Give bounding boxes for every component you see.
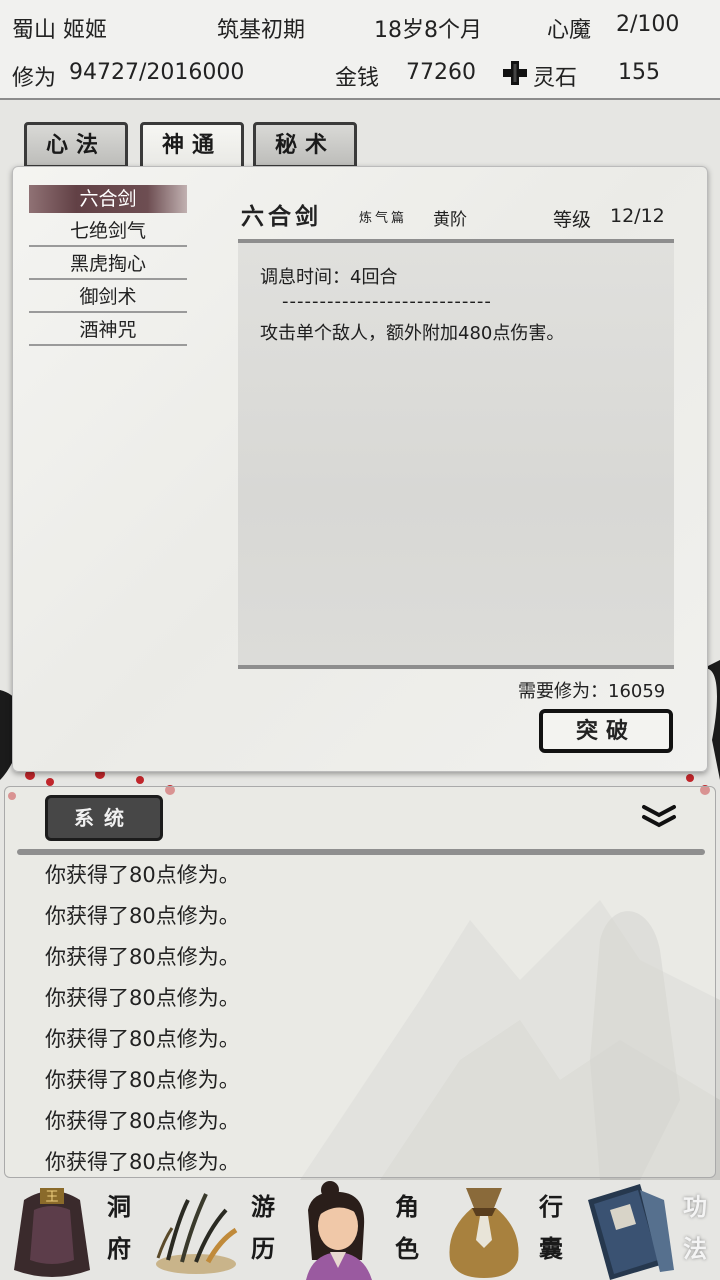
nav-gongfa[interactable]: 功法 bbox=[576, 1180, 720, 1280]
bottom-nav: 王 洞府 游历 角色 行囊 功法 bbox=[0, 1180, 720, 1280]
spirit-stone-label: 灵石 bbox=[533, 66, 578, 91]
tab-system-log[interactable]: 系统 bbox=[45, 795, 163, 841]
breakthrough-button[interactable]: 突破 bbox=[539, 709, 673, 753]
skill-title: 六合剑 bbox=[241, 203, 322, 230]
cooldown-text: 调息时间：4回合 bbox=[260, 267, 398, 288]
double-chevron-down-icon[interactable] bbox=[641, 803, 677, 829]
nav-label: 洞府 bbox=[107, 1192, 131, 1263]
pouch-icon bbox=[449, 1188, 519, 1278]
skill-description-box: 调息时间：4回合 ---------------------------- 攻击… bbox=[238, 239, 674, 669]
scroll-books-icon bbox=[588, 1184, 674, 1280]
log-divider bbox=[17, 849, 705, 855]
nav-label: 行囊 bbox=[539, 1192, 563, 1263]
grass-travel-icon bbox=[156, 1193, 238, 1274]
nav-label: 游历 bbox=[251, 1192, 275, 1263]
log-line: 你获得了80点修为。 bbox=[45, 1027, 240, 1051]
cave-bag-icon: 王 bbox=[14, 1188, 90, 1277]
nav-dongfu[interactable]: 王 洞府 bbox=[0, 1180, 144, 1280]
character-name: 蜀山 姬姬 bbox=[12, 18, 107, 43]
skill-item-jiushenzhou[interactable]: 酒神咒 bbox=[29, 314, 187, 346]
level-label: 等级 bbox=[553, 209, 592, 231]
nav-youli[interactable]: 游历 bbox=[144, 1180, 288, 1280]
nav-juese[interactable]: 角色 bbox=[288, 1180, 432, 1280]
log-line: 你获得了80点修为。 bbox=[45, 986, 240, 1010]
heart-demon-label: 心魔 bbox=[547, 18, 592, 43]
log-line: 你获得了80点修为。 bbox=[45, 1068, 240, 1092]
effect-text: 攻击单个敌人，额外附加480点伤害。 bbox=[260, 323, 565, 344]
skill-item-heihutaoxin[interactable]: 黑虎掏心 bbox=[29, 248, 187, 280]
level-value: 12/12 bbox=[610, 205, 665, 227]
log-line: 你获得了80点修为。 bbox=[45, 863, 240, 887]
realm-label: 筑基初期 bbox=[217, 18, 306, 43]
skill-grade: 黄阶 bbox=[433, 210, 467, 230]
cultivation-label: 修为 bbox=[12, 66, 57, 91]
system-log-panel: 系统 你获得了80点修为。 你获得了80点修为。 你获得了80点修为。 你获得了… bbox=[4, 786, 716, 1178]
money-value: 77260 bbox=[406, 60, 476, 85]
svg-text:王: 王 bbox=[45, 1190, 58, 1205]
description-separator: ---------------------------- bbox=[282, 291, 492, 312]
status-header: 蜀山 姬姬 筑基初期 18岁8个月 心魔 2/100 修为 94727/2016… bbox=[0, 0, 720, 100]
age-label: 18岁8个月 bbox=[374, 18, 482, 43]
nav-label: 角色 bbox=[395, 1192, 419, 1263]
tab-shentong[interactable]: 神通 bbox=[140, 122, 244, 172]
tab-mishu[interactable]: 秘术 bbox=[253, 122, 357, 168]
log-line: 你获得了80点修为。 bbox=[45, 945, 240, 969]
log-line: 你获得了80点修为。 bbox=[45, 1109, 240, 1133]
log-line: 你获得了80点修为。 bbox=[45, 904, 240, 928]
money-label: 金钱 bbox=[335, 66, 380, 91]
required-cultivation: 需要修为：16059 bbox=[518, 681, 666, 702]
nav-label: 功法 bbox=[683, 1192, 707, 1263]
cross-stone-icon bbox=[503, 61, 527, 85]
log-line: 你获得了80点修为。 bbox=[45, 1150, 240, 1174]
nav-xingnang[interactable]: 行囊 bbox=[432, 1180, 576, 1280]
character-portrait-icon bbox=[306, 1181, 372, 1280]
spirit-stone-value: 155 bbox=[618, 60, 660, 85]
tab-xinfa[interactable]: 心法 bbox=[24, 122, 128, 168]
skill-item-liuhejian[interactable]: 六合剑 bbox=[29, 185, 187, 213]
skill-chapter: 炼气篇 bbox=[359, 211, 408, 226]
skill-item-qijuejianqi[interactable]: 七绝剑气 bbox=[29, 215, 187, 247]
heart-demon-value: 2/100 bbox=[616, 12, 680, 37]
skill-item-yujianshu[interactable]: 御剑术 bbox=[29, 281, 187, 313]
skill-panel: 六合剑 七绝剑气 黑虎掏心 御剑术 酒神咒 六合剑 炼气篇 黄阶 等级 12/1… bbox=[12, 166, 708, 772]
cultivation-value: 94727/2016000 bbox=[69, 60, 245, 85]
